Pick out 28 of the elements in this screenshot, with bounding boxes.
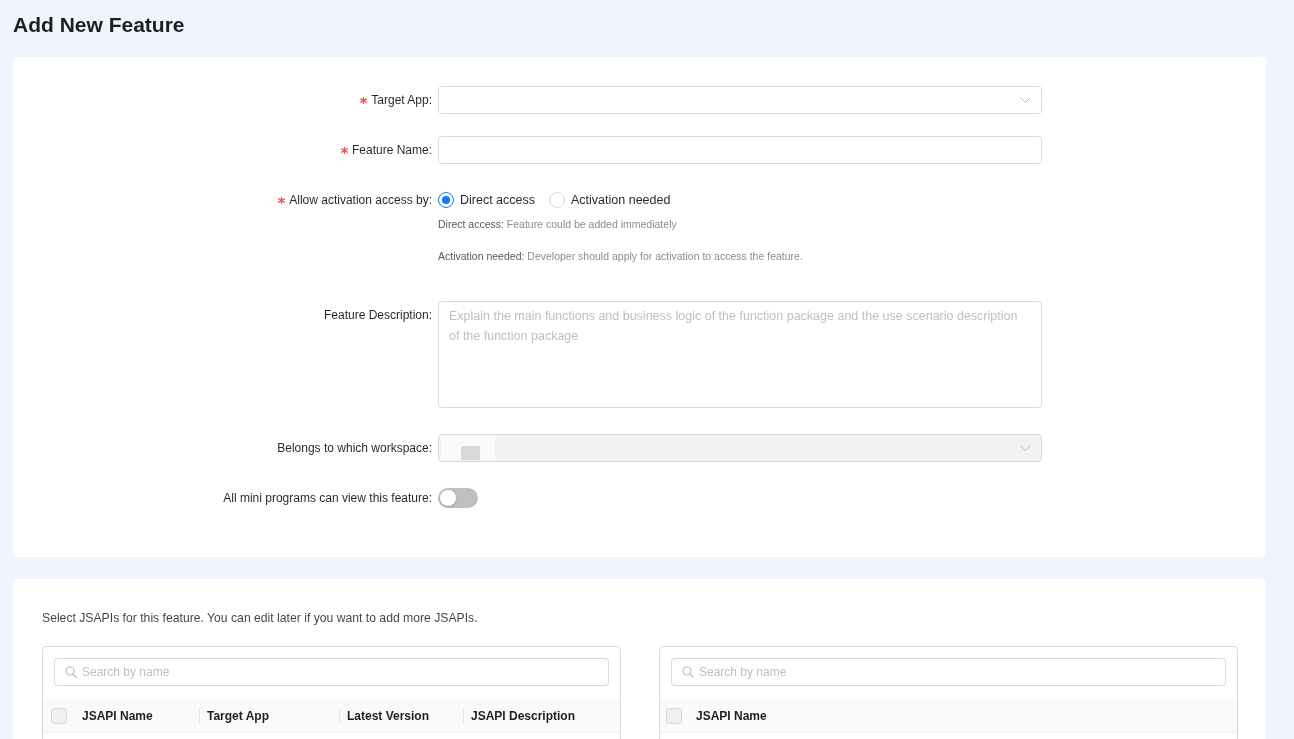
search-field[interactable]: Search by name xyxy=(54,658,609,686)
chevron-down-icon xyxy=(1020,97,1031,103)
description-textarea[interactable]: Explain the main functions and business logic of the function package and the use scenario description of the function package xyxy=(438,301,1042,408)
help-text: Direct access: Feature could be added immediately xyxy=(438,217,677,232)
field-label: All mini programs can view this feature: xyxy=(223,491,432,505)
chevron-down-icon xyxy=(1020,445,1031,451)
text-input[interactable] xyxy=(438,136,1042,164)
column-header: Target App xyxy=(207,708,269,723)
toggle-switch[interactable] xyxy=(438,488,478,508)
column-header: JSAPI Name xyxy=(696,708,767,723)
search-icon xyxy=(682,666,694,678)
redacted-value xyxy=(441,436,495,460)
field-label: Feature Description: xyxy=(323,308,432,322)
instruction-text: Select JSAPIs for this feature. You can edit later if you want to add more JSAPIs. xyxy=(42,610,478,627)
page-title: Add New Feature xyxy=(13,12,185,38)
select-field[interactable] xyxy=(438,86,1042,114)
search-icon xyxy=(65,666,77,678)
column-header: JSAPI Description xyxy=(471,708,576,723)
radio-option[interactable]: Activation needed xyxy=(549,192,671,208)
field-label: Belongs to which workspace: xyxy=(277,441,432,455)
column-header: Latest Version xyxy=(347,708,430,723)
help-text: Activation needed: Developer should apply for activation to access the feature. xyxy=(438,249,803,264)
radio-option[interactable]: Direct access xyxy=(438,192,536,208)
field-label: Target App: xyxy=(371,93,432,107)
search-field[interactable]: Search by name xyxy=(671,658,1226,686)
field-label: Feature Name: xyxy=(351,143,432,157)
field-label: Allow activation access by: xyxy=(289,193,432,207)
column-header: JSAPI Name xyxy=(82,708,153,723)
